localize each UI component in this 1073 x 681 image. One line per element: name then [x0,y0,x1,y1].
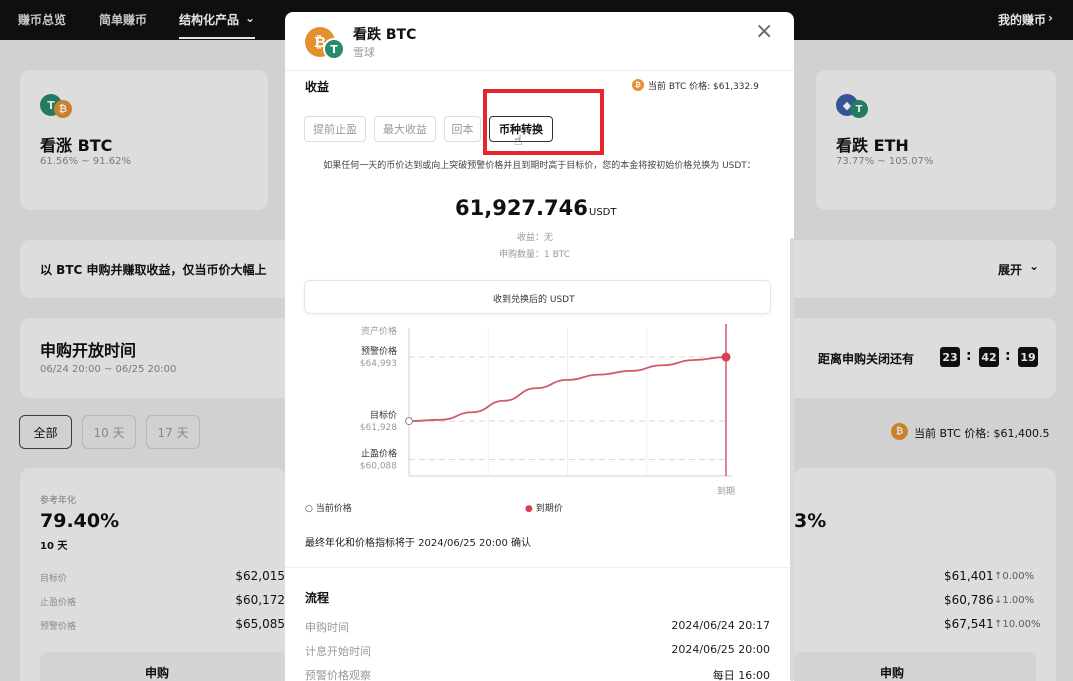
tick-value: $60,088 [360,462,397,472]
flow-row-label: 申购时间 [305,621,349,634]
tick-label: 止盈价格 [361,448,397,460]
flow-row-label: 计息开始时间 [305,645,371,658]
flow-row-label: 预警价格观察 [305,669,371,681]
y-axis-label: 资产价格 [361,325,397,337]
converted-amount: 61,927.746 [455,196,588,220]
earnings-text: 收益：无 [517,233,554,243]
flow-row-value: 2024/06/24 20:17 [671,619,770,632]
header-divider [285,70,794,71]
tick-label: 预警价格 [361,345,397,357]
section-label: 收益 [305,80,330,94]
flow-row-value: 每日 16:00 [712,669,770,681]
tooltip-text: 收到兑换后的 USDT [493,295,575,305]
chart-tooltip: 收到兑换后的 USDT [304,280,771,314]
payoff-chart: 资产价格到期 预警价格 $64,993 目标价 $61,928 止盈价格 $60,088 [360,324,735,497]
modal-subtitle: 雪球 [353,46,375,59]
scenario-description: 如果任何一天的币价达到或向上突破预警价格并且到期时高于目标价，您的本金将按初始价… [323,161,756,171]
expiry-price-marker [721,352,731,362]
subscription-qty: 申购数量：1 BTC [499,250,571,260]
flow-title: 流程 [305,591,330,605]
modal-title: 看跌 BTC [353,27,417,43]
legend-current-price: ○ 当前价格 [305,504,352,514]
highlight-annotation [483,89,604,155]
x-axis-label: 到期 [717,485,735,497]
flow-row-value: 2024/06/25 20:00 [671,643,770,656]
tab-breakeven[interactable]: 回本 [444,116,481,142]
converted-amount-unit: USDT [589,207,617,218]
tick-value: $64,993 [360,359,397,369]
current-price-marker [405,417,413,426]
tab-max-earnings[interactable]: 最大收益 [374,116,436,142]
bitcoin-icon: ₿ [632,79,644,91]
tab-early-take-profit[interactable]: 提前止盈 [304,116,366,142]
modal-scrollbar[interactable] [790,238,794,681]
legend-expiry-price: ● 到期价 [525,504,563,514]
close-icon[interactable]: × [755,19,773,44]
confirmation-note: 最终年化和价格指标将于 2024/06/25 20:00 确认 [305,538,531,549]
current-btc-price: 当前 BTC 价格: $61,332.9 [648,82,759,92]
tether-icon: T [323,38,345,60]
tick-label: 目标价 [370,409,397,421]
tick-value: $61,928 [360,423,397,433]
section-divider [285,567,794,568]
